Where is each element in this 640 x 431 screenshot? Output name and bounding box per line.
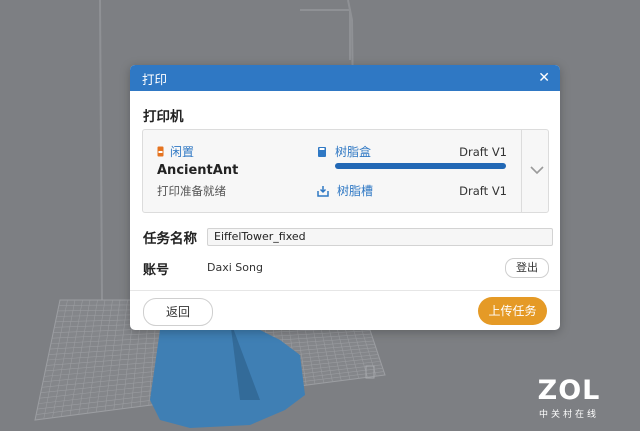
zol-logo: ZOL <box>537 375 601 406</box>
footer-divider <box>130 290 560 291</box>
job-name-label: 任务名称 <box>143 231 197 247</box>
printer-status-text: 闲置 <box>170 145 195 159</box>
close-icon[interactable]: ✕ <box>538 65 550 91</box>
printer-ready-text: 打印准备就绪 <box>157 184 226 198</box>
account-value: Daxi Song <box>207 261 263 274</box>
dialog-title: 打印 <box>142 71 168 87</box>
printer-status: 闲置 <box>157 143 194 160</box>
resin-tank-label: 树脂槽 <box>337 184 374 198</box>
resin-cartridge-version: Draft V1 <box>459 144 507 159</box>
upload-job-button[interactable]: 上传任务 <box>478 297 547 325</box>
printer-name: AncientAnt <box>157 163 239 178</box>
job-name-input[interactable] <box>207 228 553 246</box>
zol-watermark: ZOL 中关村在线 <box>524 375 614 421</box>
card-divider <box>521 130 522 212</box>
chevron-down-icon[interactable] <box>527 160 547 180</box>
resin-tank-row: 树脂槽 Draft V1 <box>317 182 507 199</box>
resin-level-fill <box>335 163 506 169</box>
resin-cartridge-icon <box>318 146 326 157</box>
resin-level-bar <box>335 163 506 169</box>
back-button[interactable]: 返回 <box>143 298 213 326</box>
print-dialog: 打印 ✕ 打印机 闲置 AncientAnt 打印准备就绪 树脂盒 Draft … <box>130 65 560 330</box>
zol-subtitle: 中关村在线 <box>538 410 599 420</box>
resin-cartridge-label: 树脂盒 <box>335 145 372 159</box>
printer-status-icon <box>157 146 164 157</box>
resin-tank-icon <box>317 185 329 197</box>
dialog-title-bar: 打印 ✕ <box>130 65 560 91</box>
logout-button[interactable]: 登出 <box>505 258 549 278</box>
account-label: 账号 <box>143 263 170 278</box>
printer-card[interactable]: 闲置 AncientAnt 打印准备就绪 树脂盒 Draft V1 树脂槽 Dr… <box>142 129 549 213</box>
printer-section-title: 打印机 <box>143 109 184 125</box>
resin-tank-version: Draft V1 <box>459 183 507 198</box>
resin-cartridge-row: 树脂盒 Draft V1 <box>317 143 507 160</box>
